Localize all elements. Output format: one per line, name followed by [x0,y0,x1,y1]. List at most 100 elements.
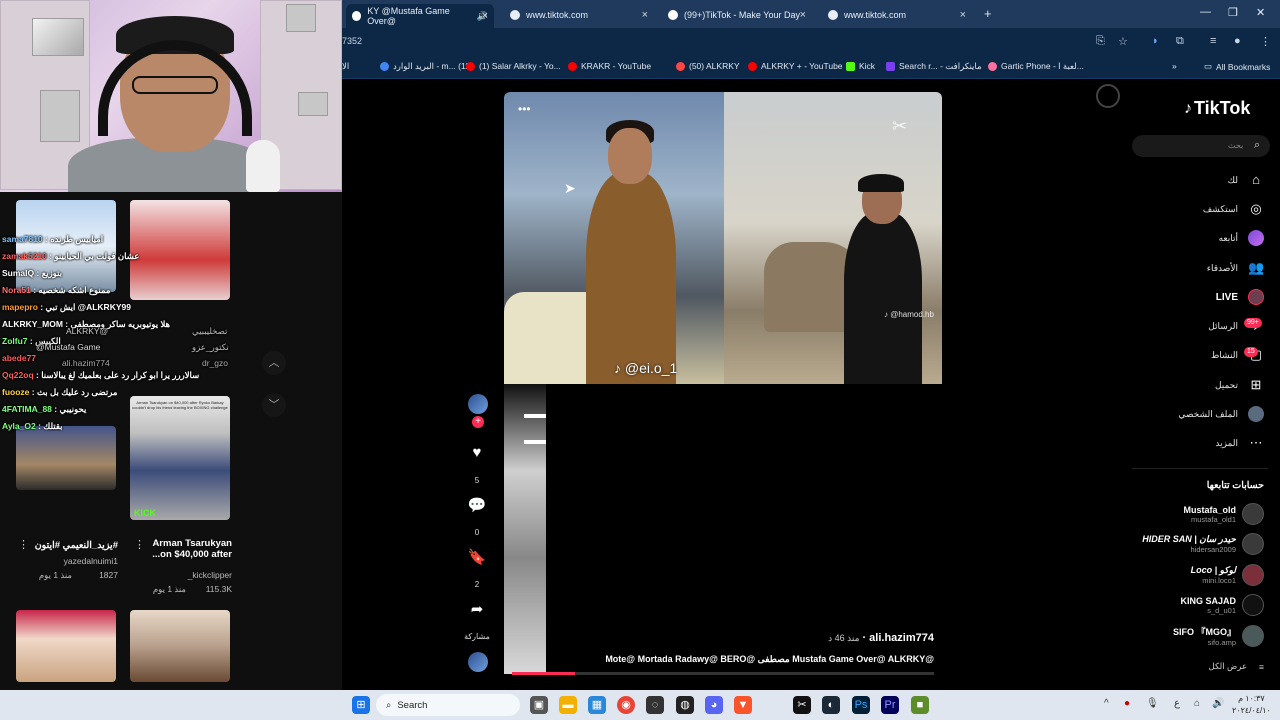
music-disc-avatar[interactable] [468,652,488,672]
minimize-icon[interactable]: — [1200,6,1211,18]
bookmark-item[interactable]: (1) Salar Alkrky - Yo... [466,61,561,71]
nav-label: الرسائل [1208,320,1238,331]
short-channel[interactable]: kickclipper_ [140,570,232,580]
nav-more[interactable]: المزيد ⋯ [1215,435,1264,451]
nav-for-you[interactable]: لك ⌂ [1228,172,1264,188]
video-player-current[interactable]: ••• ✂ ♪ @ei.o_1 ♪ @hamod.hb [504,92,942,384]
short-title[interactable]: #يزيد_النعيمي #ايتون [26,540,118,551]
nav-profile[interactable]: الملف الشخصي [1178,406,1264,422]
short-thumbnail[interactable] [16,610,116,682]
bookmark-item[interactable]: Search r... - ماينكرافت [886,61,982,72]
network-icon[interactable]: ⌂ [1194,698,1200,709]
following-account[interactable]: Loco | لوكو mini.loco1 [1191,564,1264,586]
close-icon[interactable]: × [482,10,488,22]
chrome-icon[interactable]: ◉ [617,696,635,714]
minecraft-icon[interactable]: ■ [911,696,929,714]
bookmark-item[interactable]: ALKRKY + - YouTube [748,61,843,71]
search-input[interactable] [1132,135,1270,157]
premiere-icon[interactable]: Pr [881,696,899,714]
short-channel[interactable]: yazedalnuimi1 [26,556,118,566]
like-heart-icon[interactable]: ♥ [466,444,488,466]
video-author[interactable]: ali.hazim774 · منذ 46 د [828,632,934,644]
brave-icon[interactable]: ▼ [734,696,752,714]
creator-avatar[interactable] [468,394,488,414]
tab-tiktok-1[interactable]: www.tiktok.com × [504,4,654,26]
share-arrow-icon[interactable]: ➦ [466,600,488,622]
following-account[interactable]: Mustafa_old mustafa_old1 [1183,503,1264,525]
nav-explore[interactable]: استكشف ◎ [1203,201,1264,217]
all-bookmarks[interactable]: ▭ All Bookmarks [1204,61,1270,72]
extension-icon[interactable]: ◗ [1152,35,1159,47]
store-icon[interactable]: ▦ [588,696,606,714]
bookmarks-overflow-icon[interactable]: » [1172,61,1177,71]
new-tab-button[interactable]: + [984,6,992,21]
volume-icon[interactable]: 🔊 [1212,698,1224,709]
short-thumbnail[interactable] [16,426,116,490]
short-title[interactable]: Arman Tsarukyan on $40,000 after... [140,538,232,560]
bookmark-label: Kick [859,61,876,71]
puzzle-icon[interactable]: ⧉ [1176,35,1184,48]
bookmark-item[interactable]: KRAKR - YouTube [568,61,651,71]
short-thumbnail-arman[interactable]: Arman Tsarukyan on $40,000 after Ryoko B… [130,396,230,520]
windows-start-icon[interactable]: ⊞ [352,696,370,714]
follow-plus-icon[interactable]: + [472,416,484,428]
capcut-logo-icon: ✂ [892,116,908,136]
obs-icon[interactable]: ◍ [676,696,694,714]
account-handle: s_d_u01 [1207,605,1236,615]
bookmark-icon[interactable]: 🔖 [466,548,488,570]
nav-live[interactable]: LIVE [1216,289,1264,305]
photoshop-icon[interactable]: Ps [852,696,870,714]
tray-app-icon[interactable]: ● [1124,698,1130,709]
bookmark-item[interactable]: الا [342,61,349,72]
capcut-icon[interactable]: ✂ [793,696,811,714]
tab-mustafa-game-over[interactable]: KY @Mustafa Game Over@ 🔊 × [346,4,494,28]
app-icon[interactable]: ◌ [646,696,664,714]
comment-icon[interactable]: 💬 [466,496,488,518]
see-all-link[interactable]: عرض الكل ≡ [1209,661,1264,672]
nav-friends[interactable]: الأصدقاء 👥 [1207,260,1264,276]
short-thumbnail[interactable] [130,610,230,682]
language-indicator[interactable]: ع [1174,698,1180,709]
short-thumbnail[interactable] [130,200,230,300]
restore-icon[interactable]: ❐ [1228,6,1238,19]
bookmark-star-icon[interactable]: ☆ [1118,35,1128,48]
task-view-icon[interactable]: ▣ [530,696,548,714]
nav-following[interactable]: أتابعه [1219,230,1264,246]
bookmark-item[interactable]: Kick [846,61,875,71]
video-progress-bar[interactable] [512,672,934,675]
following-account[interactable]: KING SAJAD s_d_u01 [1180,594,1264,616]
discord-icon[interactable]: ◕ [705,696,723,714]
close-icon[interactable]: × [642,9,648,21]
url-text[interactable]: 7352 [342,36,362,46]
tab-tiktok-2[interactable]: www.tiktok.com × [822,4,972,26]
bookmark-item[interactable]: (50) ALKRKY [676,61,740,71]
account-name: HIDER SAN | حيدر سان [1142,534,1236,544]
author-name[interactable]: ali.hazim774 [869,632,934,644]
install-icon[interactable]: ⎘ [1096,35,1105,48]
tab-tiktok-make-your-day[interactable]: (99+)TikTok - Make Your Day × [662,4,812,26]
close-icon[interactable]: × [800,9,806,21]
file-explorer-icon[interactable]: ▬ [559,696,577,714]
following-account[interactable]: SIFO 『MGO』 sifo.amp [1173,625,1264,647]
taskbar-clock[interactable]: ١٠:٣٧ م ٢٠٢٤/٠٤/١٠ [1232,693,1271,717]
video-player-next[interactable]: ali.hazim774 · منذ 46 د Mote@ Mortada Ra… [504,384,942,676]
following-account[interactable]: HIDER SAN | حيدر سان hidersan2009 [1142,533,1264,555]
steam-icon[interactable]: ◐ [822,696,840,714]
video-more-icon[interactable]: ••• [518,102,531,116]
tiktok-logo[interactable]: ♪ TikTok [1184,98,1250,119]
media-icon[interactable]: ≡ [1210,35,1216,47]
address-bar[interactable]: 7352 ⎘ ☆ ◗ ⧉ ≡ ● ⋮ [342,28,1280,55]
nav-upload[interactable]: تحميل ⊞ [1215,377,1264,393]
bookmark-item[interactable]: Gartic Phone - لعبة ا... [988,61,1084,72]
close-window-icon[interactable]: ✕ [1256,6,1265,19]
next-video-chevron-down-icon[interactable]: ﹀ [262,393,286,417]
close-icon[interactable]: × [960,9,966,21]
tray-chevron-icon[interactable]: ^ [1104,698,1109,709]
taskbar-search[interactable]: ⌕ Search [376,694,520,716]
menu-kebab-icon[interactable]: ⋮ [1260,35,1271,48]
microphone-tray-icon[interactable]: 🎙 [1146,698,1159,709]
profile-avatar-icon[interactable]: ● [1234,35,1241,47]
search-icon[interactable]: ⌕ [1254,139,1260,152]
previous-video-chevron-up-icon[interactable]: ︿ [262,351,286,375]
bookmark-item[interactable]: البريد الوارد - m... (11) [380,61,473,72]
